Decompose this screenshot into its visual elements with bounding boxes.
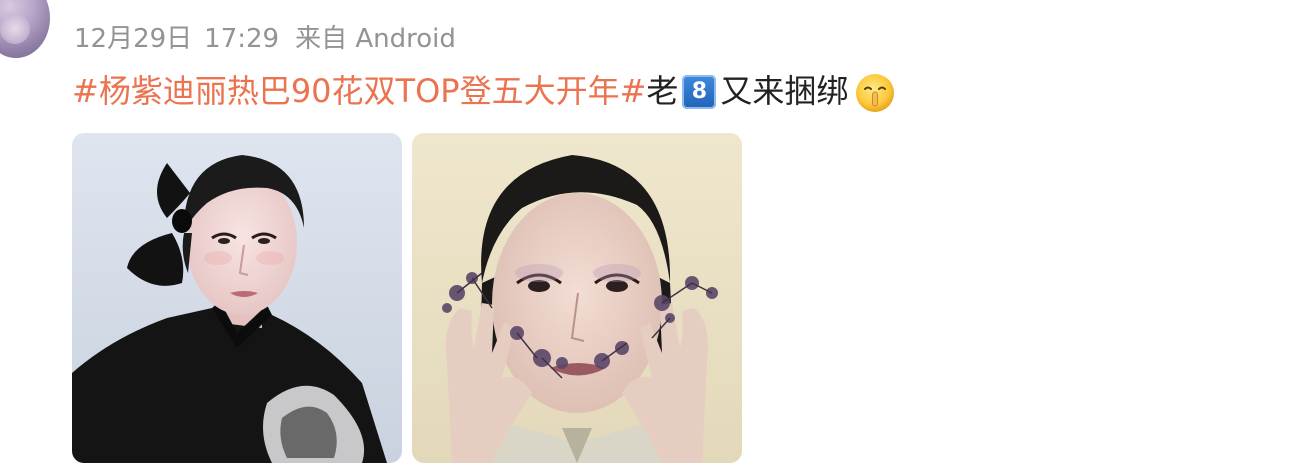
hashtag-link[interactable]: #杨紫迪丽热巴90花双TOP登五大开年# — [72, 68, 646, 114]
post-text-part: 老 — [646, 72, 679, 110]
number-8-badge-icon: 8 — [682, 75, 717, 109]
post-time: 17:29 — [204, 24, 280, 54]
post-source: 来自 Android — [295, 24, 456, 54]
weibo-post: 12月29日 17:29 来自 Android #杨紫迪丽热巴90花双TOP登五大开… — [0, 0, 1290, 468]
photo-1[interactable] — [72, 133, 402, 463]
shushing-face-icon — [854, 72, 896, 114]
photo-grid — [72, 133, 742, 463]
post-text: #杨紫迪丽热巴90花双TOP登五大开年# 老 8 又来捆绑 — [72, 68, 896, 114]
post-date: 12月29日 — [74, 24, 193, 54]
photo-2[interactable] — [412, 133, 742, 463]
post-meta: 12月29日 17:29 来自 Android — [74, 20, 456, 58]
avatar[interactable] — [0, 0, 50, 58]
post-text-part: 又来捆绑 — [720, 72, 849, 110]
